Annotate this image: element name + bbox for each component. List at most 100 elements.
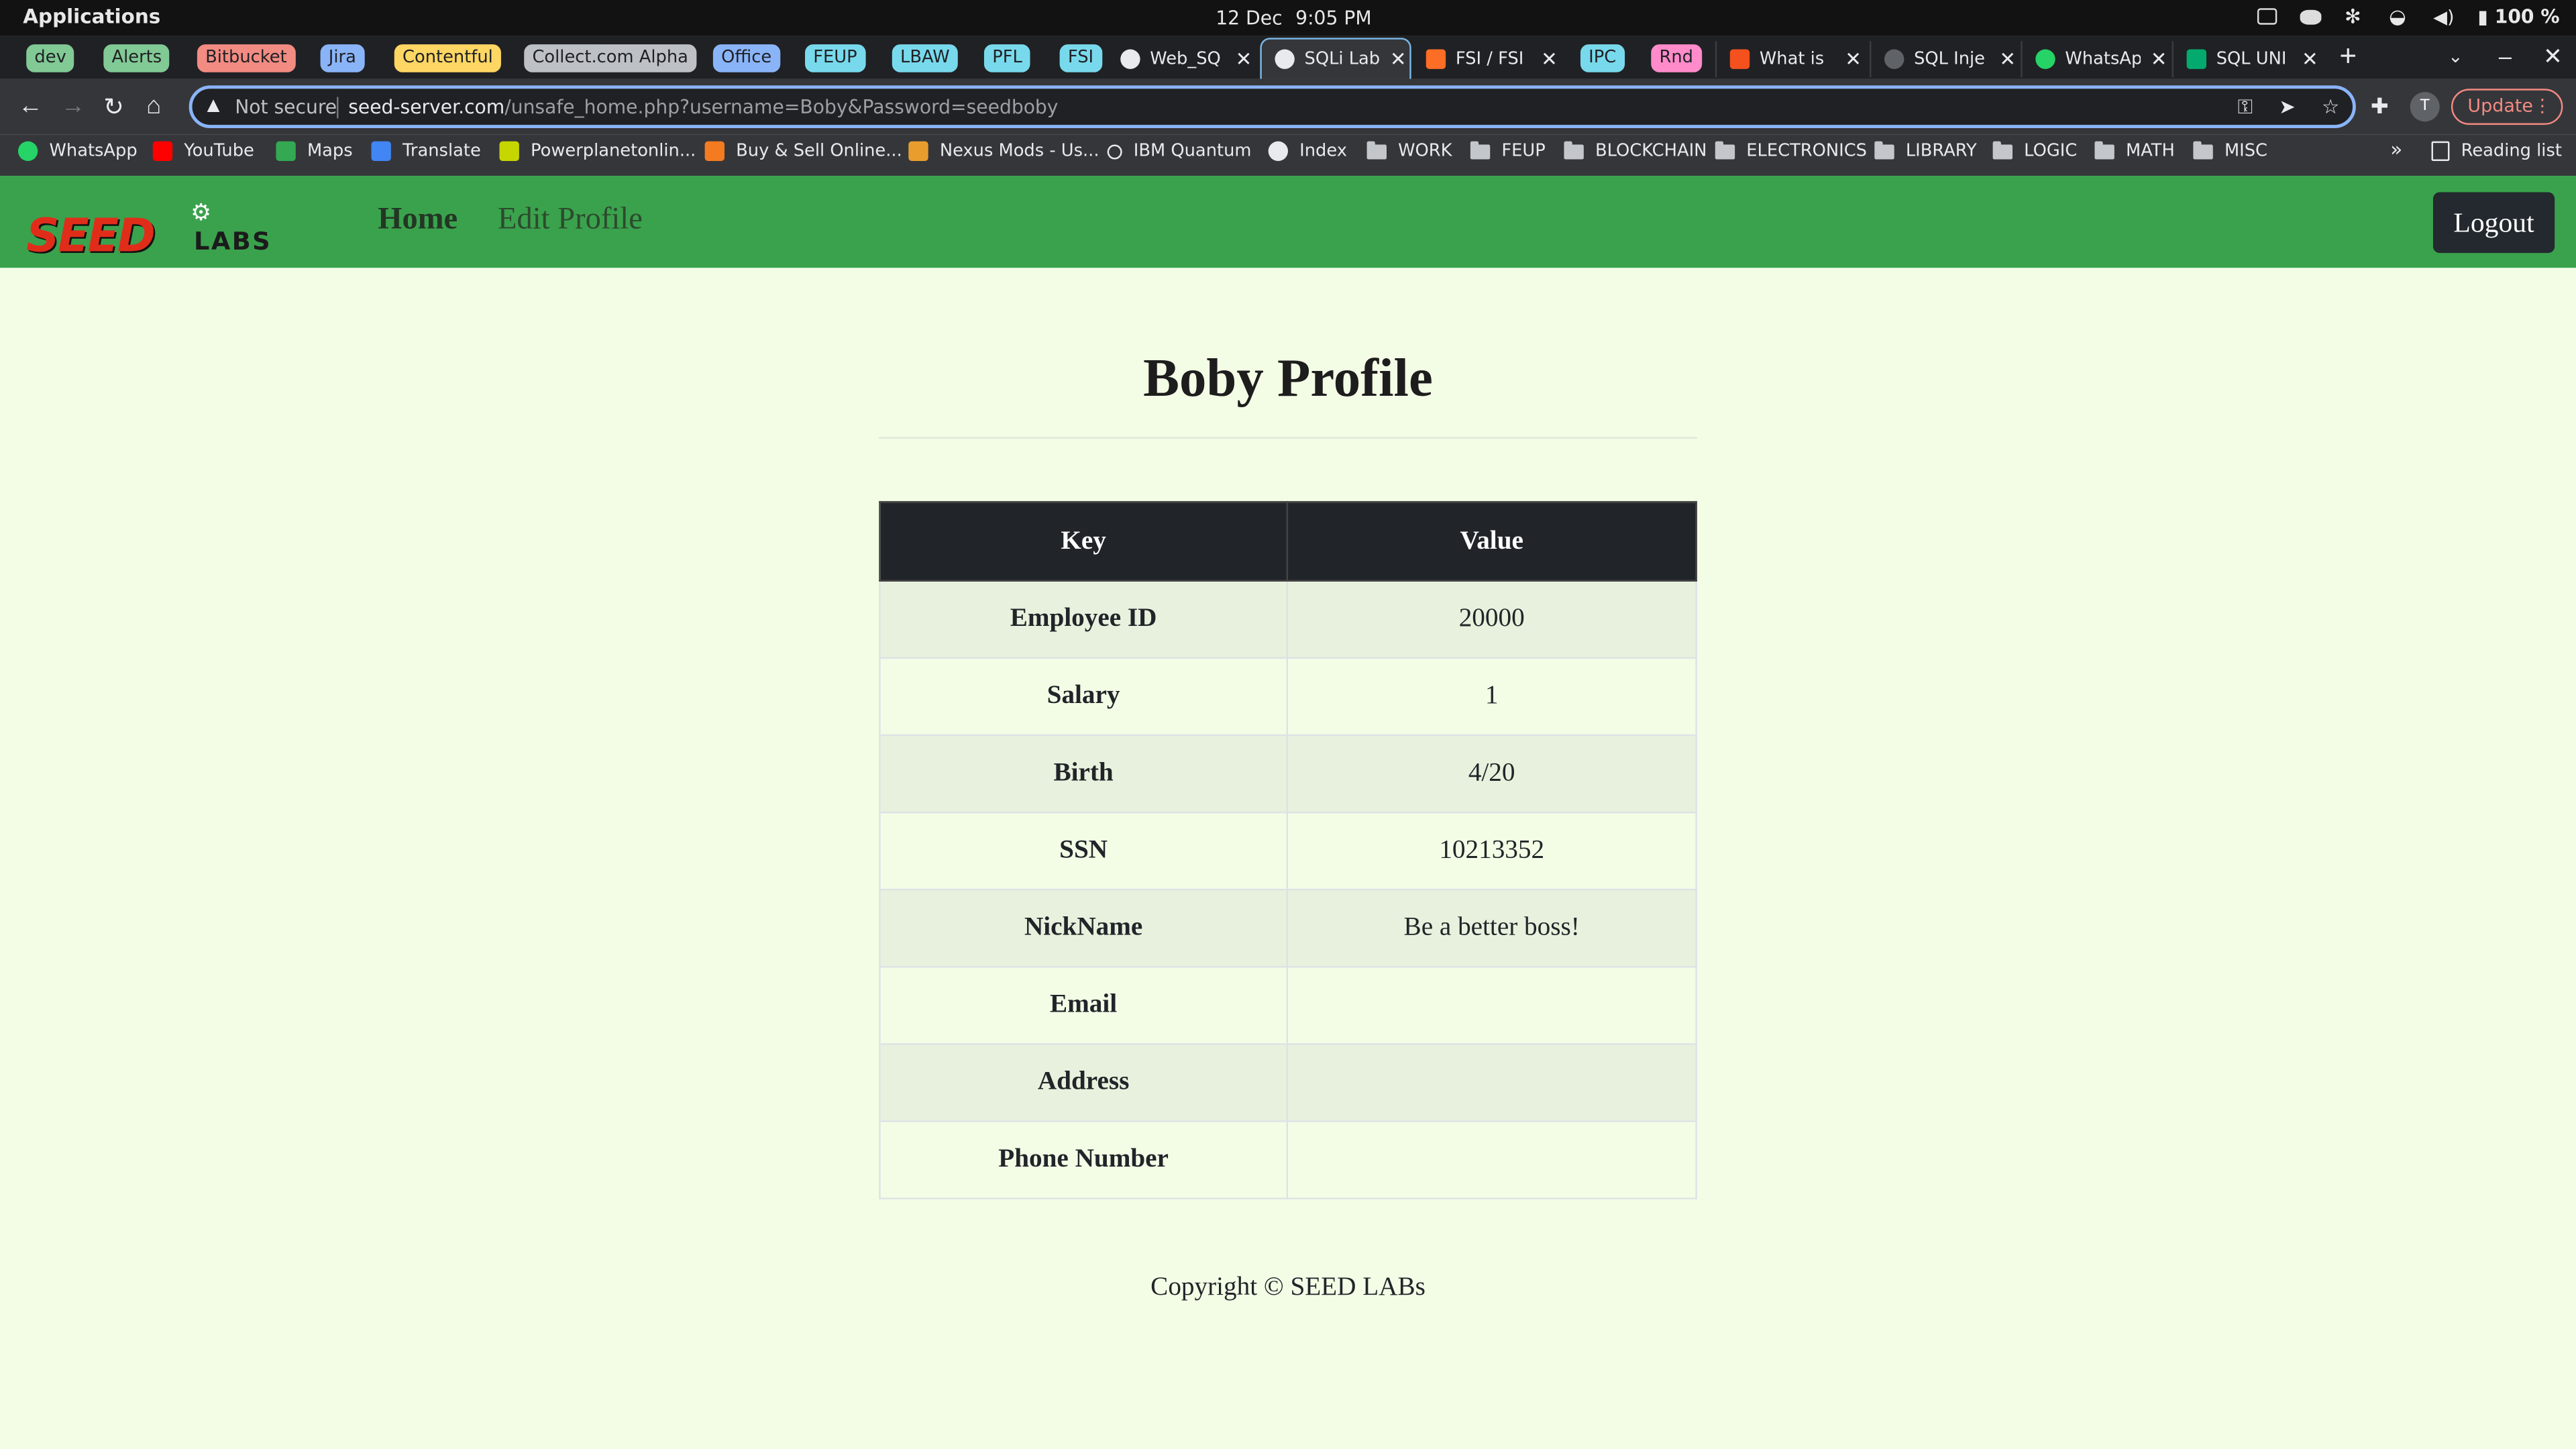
url-text[interactable]: seed-server.com/unsafe_home.php?username… [348, 89, 1058, 125]
row-value: 4/20 [1286, 734, 1697, 814]
tab-group-bitbucket[interactable]: Bitbucket [197, 44, 295, 72]
back-icon[interactable]: ← [18, 92, 43, 120]
extensions-icon[interactable]: ✚ [2371, 94, 2389, 120]
tab-title: WhatsAp [2065, 49, 2141, 69]
close-icon[interactable]: ✕ [1541, 48, 1558, 70]
tab-group-dev[interactable]: dev [26, 44, 75, 72]
more-icon[interactable]: ⋮ [2518, 91, 2551, 123]
page-viewport: ⚙ SEED LABS Home Edit Profile Logout Bob… [0, 176, 2576, 1449]
slack-icon[interactable]: ✻ [2345, 5, 2366, 28]
bookmark-powerplanet[interactable]: Powerplanetonlin... [499, 141, 696, 162]
tab-group-lbaw[interactable]: LBAW [892, 44, 958, 72]
bookmark-maps[interactable]: Maps [276, 141, 353, 162]
bookmark-whatsapp[interactable]: WhatsApp [17, 141, 138, 162]
bookmark-label: Powerplanetonlin... [531, 141, 696, 162]
key-icon[interactable]: ⚿ [2238, 89, 2253, 125]
bookmark-folder-math[interactable]: MATH [2094, 140, 2175, 161]
minimize-icon[interactable]: – [2499, 43, 2512, 69]
bookmark-index[interactable]: Index [1268, 141, 1347, 162]
bookmark-folder-feup[interactable]: FEUP [1470, 140, 1546, 161]
tab-web-sq[interactable]: Web_SQ ✕ [1108, 41, 1258, 77]
tab-group-feup[interactable]: FEUP [805, 44, 865, 72]
close-icon[interactable]: ✕ [2151, 48, 2167, 70]
tab-what-is[interactable]: What is ✕ [1715, 41, 1865, 78]
warning-icon[interactable]: ▲ [207, 89, 220, 125]
applications-menu[interactable]: Applications [23, 5, 160, 28]
bookmarks-bar: WhatsApp YouTube Maps Translate Powerpla… [0, 134, 2576, 178]
avatar[interactable]: T [2410, 92, 2440, 122]
row-value: Be a better boss! [1286, 888, 1697, 968]
bookmark-label: IBM Quantum [1133, 141, 1252, 162]
security-label[interactable]: Not secure [235, 89, 337, 125]
bookmark-youtube[interactable]: YouTube [152, 141, 254, 162]
logout-button[interactable]: Logout [2432, 192, 2555, 254]
tab-group-fsi[interactable]: FSI [1059, 44, 1102, 72]
nav-edit-profile-link[interactable]: Edit Profile [498, 202, 643, 238]
bookmark-folder-library[interactable]: LIBRARY [1874, 140, 1977, 161]
bookmark-folder-logic[interactable]: LOGIC [1992, 140, 2077, 161]
tab-group-pfl[interactable]: PFL [983, 44, 1031, 72]
close-icon[interactable]: ✕ [2302, 48, 2318, 70]
seed-labs-logo[interactable]: ⚙ SEED LABS [26, 199, 292, 263]
bookmark-label: Index [1299, 141, 1347, 162]
row-key: SSN [879, 811, 1289, 891]
tab-group-alerts[interactable]: Alerts [103, 44, 170, 72]
close-icon[interactable]: ✕ [1236, 48, 1252, 70]
bookmark-folder-misc[interactable]: MISC [2193, 140, 2267, 161]
clock[interactable]: 12 Dec 9:05 PM [1216, 7, 1371, 30]
tab-fsi-gitlab[interactable]: FSI / FSI ✕ [1413, 41, 1560, 77]
tab-title: SQLi Lab [1304, 49, 1381, 69]
reading-list-button[interactable]: Reading list [2431, 141, 2562, 162]
column-header-key: Key [879, 500, 1289, 582]
folder-icon [1874, 140, 1894, 159]
tab-group-rnd[interactable]: Rnd [1651, 44, 1702, 72]
bookmark-translate[interactable]: Translate [371, 141, 481, 162]
new-tab-icon[interactable]: + [2339, 40, 2357, 74]
bookmark-folder-work[interactable]: WORK [1366, 140, 1452, 161]
discord-icon[interactable] [2300, 9, 2322, 24]
update-button[interactable]: Update ⋮ [2451, 89, 2563, 125]
bookmark-folder-blockchain[interactable]: BLOCKCHAIN [1564, 140, 1707, 161]
bookmark-label: WhatsApp [49, 141, 138, 162]
forward-icon[interactable]: → [61, 92, 86, 120]
gear-icon: ⚙ [191, 199, 211, 225]
row-value [1286, 1043, 1697, 1122]
battery-indicator[interactable]: ▮ 100 % [2477, 5, 2559, 28]
close-icon[interactable]: ✕ [1845, 48, 1862, 70]
bookmarks-overflow-icon[interactable]: » [2390, 138, 2402, 161]
send-icon[interactable]: ➤ [2279, 89, 2296, 125]
tab-sqli-lab[interactable]: SQLi Lab ✕ [1260, 38, 1411, 81]
tab-sql-union[interactable]: SQL UNI ✕ [2171, 41, 2322, 78]
home-icon[interactable]: ⌂ [146, 92, 161, 120]
tab-sql-inje[interactable]: SQL Inje ✕ [1869, 41, 2019, 78]
bolt-icon [1729, 49, 1750, 69]
nav-home-link[interactable]: Home [378, 202, 458, 238]
reload-icon[interactable]: ↻ [103, 92, 124, 122]
tab-group-collect[interactable]: Collect.com Alpha [524, 44, 697, 72]
tab-group-jira[interactable]: Jira [320, 44, 365, 72]
logo-labs: LABS [193, 226, 272, 257]
star-icon[interactable]: ☆ [2322, 89, 2339, 125]
bookmark-nexus-mods[interactable]: Nexus Mods - Us... [908, 141, 1099, 162]
address-bar[interactable]: ▲ Not secure seed-server.com/unsafe_home… [189, 85, 2356, 129]
site-navbar: ⚙ SEED LABS Home Edit Profile Logout [0, 176, 2576, 268]
folder-icon [1470, 140, 1491, 159]
whatsapp-icon [17, 141, 38, 162]
tab-search-chevron-icon[interactable]: ⌄ [2448, 46, 2463, 67]
row-key: NickName [879, 888, 1289, 968]
bookmark-ibm-quantum[interactable]: IBM Quantum [1107, 141, 1252, 162]
window-close-icon[interactable]: ✕ [2543, 43, 2563, 71]
screen-icon[interactable] [2257, 8, 2277, 25]
wifi-icon[interactable]: ◒ [2389, 5, 2410, 28]
tab-group-office[interactable]: Office [712, 44, 780, 72]
close-icon[interactable]: ✕ [1999, 48, 2016, 70]
tab-group-ipc[interactable]: IPC [1580, 44, 1625, 72]
reading-list-icon [2431, 141, 2450, 162]
tab-group-contentful[interactable]: Contentful [394, 44, 502, 72]
table-header-row: Key Value [879, 500, 1697, 582]
close-icon[interactable]: ✕ [1390, 48, 1407, 70]
bookmark-buy-sell[interactable]: Buy & Sell Online... [704, 141, 902, 162]
tab-whatsapp[interactable]: WhatsAp ✕ [2021, 41, 2170, 78]
volume-icon[interactable]: ◀) [2433, 6, 2455, 28]
bookmark-folder-electronics[interactable]: ELECTRONICS [1715, 140, 1867, 161]
